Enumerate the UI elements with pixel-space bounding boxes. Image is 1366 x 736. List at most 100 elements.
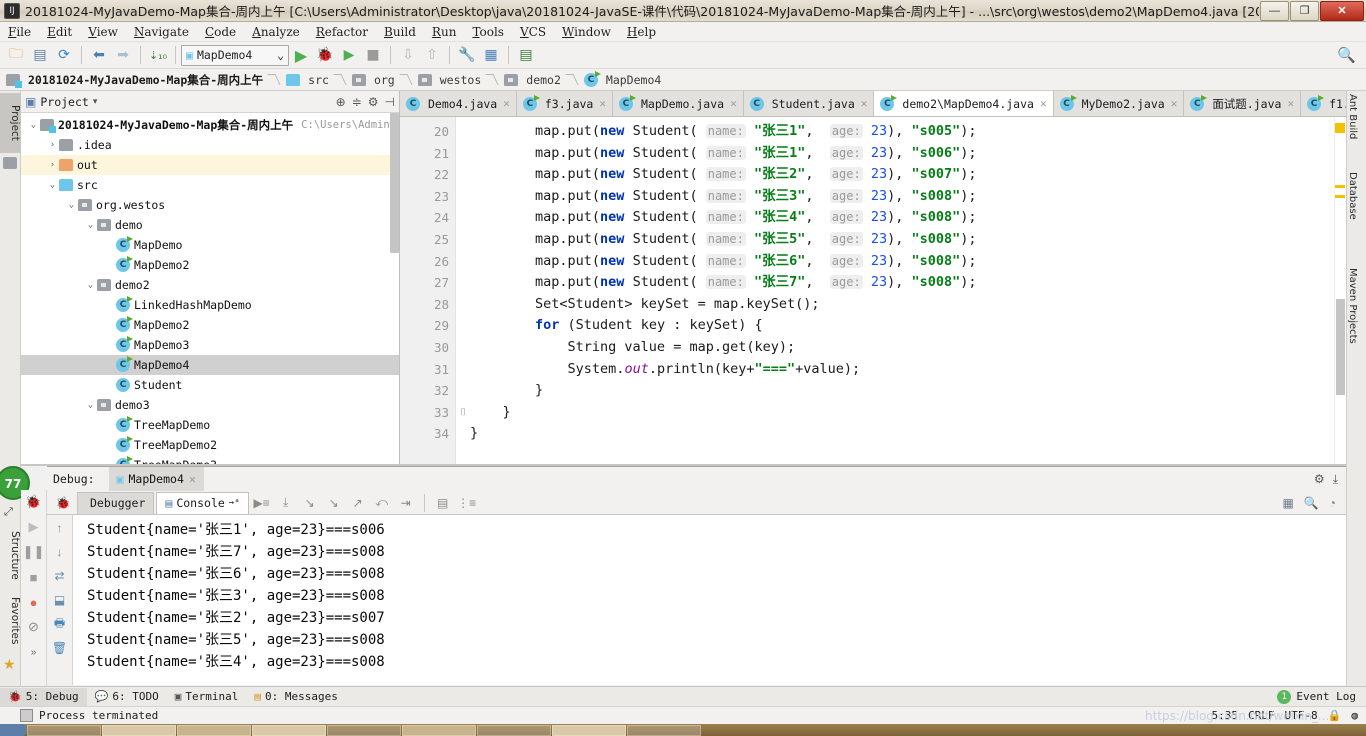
chevron-right-icon[interactable]: › <box>46 160 59 170</box>
code-content[interactable]: map.put(new Student( name: "张三1", age: 2… <box>470 117 1346 466</box>
close-button[interactable]: ✕ <box>1320 0 1364 21</box>
export-to-file-icon[interactable]: ⬓ <box>51 591 69 609</box>
debug-session-tab[interactable]: ▣ MapDemo4 ✕ <box>108 467 204 491</box>
run-with-coverage-button[interactable]: ▶ <box>337 44 361 66</box>
menu-item-vcs[interactable]: VCS <box>512 24 554 40</box>
breadcrumb-item-5[interactable]: C MapDemo4 <box>582 70 681 90</box>
breadcrumb-item-3[interactable]: westos <box>416 70 503 90</box>
tree-node[interactable]: ·CMapDemo2 <box>21 315 399 335</box>
menu-item-edit[interactable]: Edit <box>39 24 80 40</box>
debug-bug-icon[interactable]: 🐞 <box>24 492 44 512</box>
update-project-icon[interactable]: ⇩ <box>396 44 420 66</box>
favorites-star-icon[interactable]: ★ <box>3 656 16 673</box>
chevron-down-icon[interactable]: ⌄ <box>27 120 40 130</box>
lock-icon[interactable]: 🔒 <box>1328 709 1342 722</box>
breadcrumb-item-1[interactable]: src <box>284 70 350 90</box>
commit-changes-icon[interactable]: ⇧ <box>420 44 444 66</box>
menu-item-build[interactable]: Build <box>376 24 424 40</box>
hide-panel-icon[interactable]: ⊣ <box>385 95 395 109</box>
close-icon[interactable]: ✕ <box>189 472 196 486</box>
editor-tab-7[interactable]: Cf1.java✕ <box>1301 91 1346 116</box>
console-scrollbar[interactable] <box>1336 515 1346 685</box>
toggle-numeric-icon[interactable]: ⇣₁₀ <box>146 44 170 66</box>
change-marker-1[interactable] <box>1335 185 1345 188</box>
stop-button[interactable]: ■ <box>361 44 385 66</box>
open-folder-icon[interactable]: 🗀 <box>4 44 28 66</box>
inspections-icon[interactable]: ◍ <box>1351 709 1358 722</box>
sync-refresh-icon[interactable]: ⟳ <box>52 44 76 66</box>
taskbar-app-1[interactable] <box>27 724 101 736</box>
close-icon[interactable]: ✕ <box>730 97 737 110</box>
warning-marker[interactable] <box>1335 123 1345 133</box>
taskbar-app-8[interactable] <box>552 724 626 736</box>
mute-breakpoints-icon[interactable]: ⊘ <box>24 617 44 637</box>
breadcrumb-item-2[interactable]: org <box>350 70 416 90</box>
minimize-button[interactable]: — <box>1260 0 1289 21</box>
taskbar-app-5[interactable] <box>327 724 401 736</box>
taskbar-app-9[interactable] <box>627 724 701 736</box>
editor-scrollbar[interactable] <box>1334 117 1346 466</box>
line-separator[interactable]: CRLF <box>1248 709 1275 722</box>
soft-wrap-icon[interactable]: ⇄ <box>51 567 69 585</box>
bottom-item-debug[interactable]: 🐞 5: Debug <box>0 687 87 706</box>
editor-tab-0[interactable]: C Demo4.java ✕ <box>400 91 517 116</box>
chevron-down-icon[interactable]: ⌄ <box>277 48 284 62</box>
taskbar-app-3[interactable] <box>177 724 251 736</box>
menu-item-help[interactable]: Help <box>619 24 664 40</box>
menu-item-view[interactable]: View <box>80 24 126 40</box>
editor-tab-2[interactable]: C MapDemo.java ✕ <box>612 91 744 116</box>
start-button[interactable] <box>0 724 26 736</box>
project-tree-scrollbar[interactable] <box>390 113 399 253</box>
tree-node[interactable]: › .idea <box>21 135 399 155</box>
editor-tab-1[interactable]: Cf3.java ✕ <box>516 91 613 116</box>
tree-node[interactable]: ·CMapDemo3 <box>21 335 399 355</box>
menu-item-code[interactable]: Code <box>197 24 244 40</box>
sidebar-item-ant-build[interactable]: Ant Build <box>1347 91 1358 163</box>
pin-tab-icon[interactable]: ⤓ <box>1333 472 1338 487</box>
resume-program-icon[interactable]: ▶ <box>24 517 44 537</box>
close-icon[interactable]: ✕ <box>1287 97 1294 110</box>
step-over-icon[interactable]: ⤓ <box>275 493 297 513</box>
stop-icon[interactable]: ■ <box>24 567 44 587</box>
chevron-down-icon[interactable]: ▾ <box>93 96 98 107</box>
tree-node[interactable]: ⌄ 20181024-MyJavaDemo-Map集合-周内上午 C:\Users\… <box>21 115 399 135</box>
tree-node[interactable]: ·C Student <box>21 375 399 395</box>
code-folding-column[interactable]: ⌷ <box>456 117 470 466</box>
sidebar-item-maven-projects[interactable]: Maven Projects <box>1347 265 1358 375</box>
settings-gear-icon[interactable]: ⚙ <box>1314 472 1325 487</box>
taskbar-app-6[interactable] <box>402 724 476 736</box>
bottom-item-terminal[interactable]: ▣ Terminal <box>167 688 247 706</box>
save-all-icon[interactable]: ▤ <box>28 44 52 66</box>
collapse-all-icon[interactable]: ≑ <box>352 95 362 109</box>
chevron-down-icon[interactable]: ⌄ <box>84 400 97 410</box>
caret-position[interactable]: 5:35 <box>1212 709 1239 722</box>
menu-item-run[interactable]: Run <box>424 24 465 40</box>
print-icon[interactable]: 🖶 <box>51 615 69 633</box>
chevron-down-icon[interactable]: ⌄ <box>65 200 78 210</box>
pause-program-icon[interactable]: ❚❚ <box>23 542 45 562</box>
tab-debugger[interactable]: Debugger <box>77 491 155 514</box>
settings-gear-icon[interactable]: ⚙ <box>368 95 379 109</box>
chevron-right-icon[interactable]: › <box>46 140 59 150</box>
close-icon[interactable]: ✕ <box>1040 97 1047 110</box>
mute-breakpoints-icon[interactable]: ⋮≡ <box>456 493 478 513</box>
debug-button[interactable]: 🐞 <box>313 44 337 66</box>
help-icon[interactable]: ◔ <box>1329 496 1336 510</box>
breadcrumb-item-4[interactable]: demo2 <box>502 70 582 90</box>
chevron-down-icon[interactable]: ⌄ <box>84 280 97 290</box>
menu-item-window[interactable]: Window <box>554 24 619 40</box>
maximize-button[interactable]: ❐ <box>1290 0 1319 21</box>
tab-console[interactable]: ▤ Console →ᵃ <box>156 491 249 514</box>
editor-tab-5[interactable]: C MyDemo2.java ✕ <box>1053 91 1185 116</box>
tree-node[interactable]: ·CTreeMapDemo2 <box>21 435 399 455</box>
breadcrumb-item-0[interactable]: 20181024-MyJavaDemo-Map集合-周内上午 <box>4 70 284 90</box>
taskbar-app-7[interactable] <box>477 724 551 736</box>
show-execution-point-icon[interactable]: ▶≡ <box>251 493 273 513</box>
run-to-cursor-icon[interactable]: ⇥ <box>395 493 417 513</box>
close-icon[interactable]: ✕ <box>503 97 510 110</box>
layout-icon[interactable]: ▦ <box>1282 496 1293 510</box>
editor-tab-3[interactable]: C Student.java ✕ <box>743 91 875 116</box>
editor-scroll-thumb[interactable] <box>1336 299 1345 395</box>
close-icon[interactable]: ✕ <box>861 97 868 110</box>
code-editor[interactable]: 20 21 22 23 24 25 26 27 28 29 30 31 32 33 34 ⌷ map.put… <box>400 117 1346 466</box>
